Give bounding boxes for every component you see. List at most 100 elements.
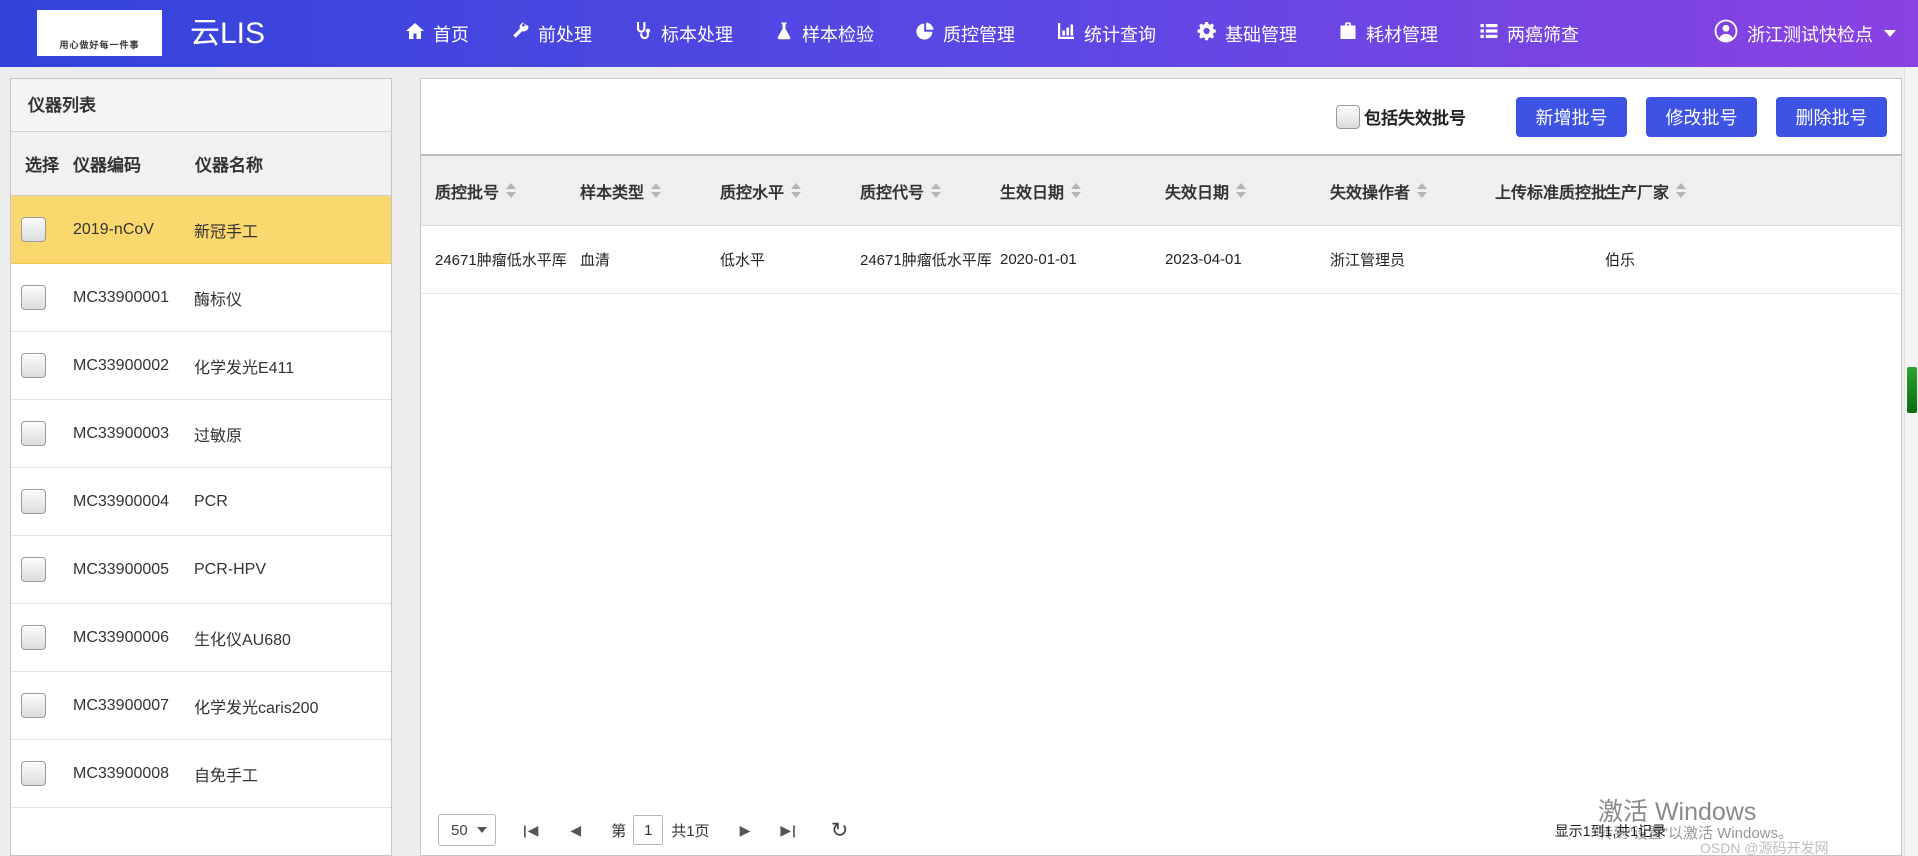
list-icon: [1479, 21, 1499, 46]
column-sample-type[interactable]: 样本类型: [566, 179, 706, 203]
column-upload-standard[interactable]: 上传标准质控批: [1481, 179, 1607, 203]
nav-item-specimen[interactable]: 标本处理: [633, 21, 733, 47]
flask-icon: [774, 21, 794, 46]
row-checkbox[interactable]: [21, 693, 46, 718]
chevron-down-icon: [477, 827, 487, 833]
sort-icon: [1676, 183, 1687, 198]
cell-expire-date: 2023-04-01: [1165, 251, 1242, 268]
qc-batch-panel: 包括失效批号 新增批号 修改批号 删除批号 质控批号 样本类型 质控水平 质控代…: [420, 78, 1902, 856]
edit-batch-button[interactable]: 修改批号: [1646, 96, 1757, 137]
row-checkbox[interactable]: [21, 489, 46, 514]
column-qc-batch[interactable]: 质控批号: [421, 179, 566, 203]
instrument-panel-title: 仪器列表: [11, 79, 391, 132]
cell-qc-code: 24671肿瘤低水平厍: [860, 252, 992, 269]
add-batch-button[interactable]: 新增批号: [1516, 96, 1627, 137]
nav-item-label: 两癌筛查: [1507, 24, 1579, 45]
instrument-row[interactable]: MC33900007 化学发光caris200: [11, 672, 391, 740]
nav-item-label: 质控管理: [943, 24, 1015, 45]
column-instrument-name: 仪器名称: [195, 156, 263, 175]
pagination-bar: 50 |◀ ◀ 第 共1页 ▶ ▶| ↻: [438, 814, 848, 846]
column-qc-code[interactable]: 质控代号: [846, 179, 986, 203]
user-name: 浙江测试快检点: [1747, 24, 1873, 45]
home-icon: [405, 21, 425, 46]
cell-effective-date: 2020-01-01: [1000, 251, 1077, 268]
page-number-input[interactable]: [633, 815, 664, 845]
nav-item-preprocess[interactable]: 前处理: [510, 21, 592, 47]
page-size-select[interactable]: 50: [438, 814, 496, 846]
instrument-code: MC33900002: [73, 356, 170, 374]
first-page-button[interactable]: | ◀: [522, 823, 538, 837]
app-brand: 云LIS: [190, 17, 266, 50]
include-expired-checkbox-group[interactable]: 包括失效批号: [1336, 104, 1466, 129]
instrument-code: MC33900004: [73, 492, 170, 510]
sort-icon: [651, 183, 662, 198]
gear-icon: [1197, 21, 1217, 46]
sort-icon: [1071, 183, 1082, 198]
sort-icon: [1236, 183, 1247, 198]
instrument-code: MC33900007: [73, 696, 170, 714]
nav-item-consumables[interactable]: 耗材管理: [1338, 21, 1438, 47]
next-page-button[interactable]: ▶: [740, 823, 751, 837]
column-expire-operator[interactable]: 失效操作者: [1316, 179, 1481, 203]
row-checkbox[interactable]: [21, 217, 46, 242]
column-select: 选择: [25, 156, 59, 175]
nav-item-label: 首页: [433, 24, 469, 45]
user-menu[interactable]: 浙江测试快检点: [1714, 0, 1896, 67]
logo-tagline: 用心做好每一件事: [59, 40, 140, 50]
total-pages-label: 共1页: [671, 822, 710, 840]
instrument-row[interactable]: MC33900005 PCR-HPV: [11, 536, 391, 604]
row-checkbox[interactable]: [21, 557, 46, 582]
instrument-name: 生化仪AU680: [194, 631, 291, 649]
instrument-row[interactable]: MC33900008 自免手工: [11, 740, 391, 808]
qc-batch-row[interactable]: 24671肿瘤低水平厍 血清 低水平 24671肿瘤低水平厍 2020-01-0…: [421, 226, 1901, 294]
page-prefix-label: 第: [611, 822, 627, 840]
nav-item-cancer-screening[interactable]: 两癌筛查: [1479, 21, 1579, 47]
logo[interactable]: 用心做好每一件事: [37, 10, 162, 56]
cell-qc-batch: 24671肿瘤低水平厍: [435, 252, 567, 269]
instrument-code: 2019-nCoV: [73, 220, 154, 238]
previous-page-button[interactable]: ◀: [570, 823, 581, 837]
instrument-row[interactable]: MC33900002 化学发光E411: [11, 332, 391, 400]
last-page-button[interactable]: ▶ |: [780, 823, 796, 837]
include-expired-checkbox[interactable]: [1336, 104, 1360, 129]
nav-item-basic-management[interactable]: 基础管理: [1197, 21, 1297, 47]
column-expire-date[interactable]: 失效日期: [1151, 179, 1316, 203]
toolbar: 包括失效批号 新增批号 修改批号 删除批号: [421, 79, 1901, 154]
page-scrollbar[interactable]: [1904, 67, 1918, 856]
row-checkbox[interactable]: [21, 353, 46, 378]
delete-batch-button[interactable]: 删除批号: [1776, 96, 1887, 137]
row-checkbox[interactable]: [21, 625, 46, 650]
instrument-row[interactable]: MC33900004 PCR: [11, 468, 391, 536]
nav-item-home[interactable]: 首页: [405, 21, 469, 47]
instrument-code: MC33900006: [73, 628, 170, 646]
row-checkbox[interactable]: [21, 285, 46, 310]
row-checkbox[interactable]: [21, 421, 46, 446]
instrument-name: 酶标仪: [194, 291, 243, 309]
instrument-name: PCR-HPV: [194, 560, 267, 578]
nav-item-statistics[interactable]: 统计查询: [1056, 21, 1156, 47]
column-manufacturer[interactable]: 生产厂家: [1591, 179, 1901, 203]
nav-item-label: 统计查询: [1084, 24, 1156, 45]
nav-item-sample-test[interactable]: 样本检验: [774, 21, 874, 47]
sort-icon: [791, 183, 802, 198]
nav-item-label: 前处理: [538, 24, 592, 45]
nav-item-label: 标本处理: [661, 24, 733, 45]
nav-item-qc-management[interactable]: 质控管理: [915, 21, 1015, 47]
column-effective-date[interactable]: 生效日期: [986, 179, 1151, 203]
cell-qc-level: 低水平: [720, 252, 766, 269]
instrument-code: MC33900008: [73, 764, 170, 782]
instrument-row[interactable]: 2019-nCoV 新冠手工: [11, 196, 391, 264]
pie-chart-icon: [915, 21, 935, 46]
user-icon: [1714, 19, 1738, 48]
scrollbar-thumb[interactable]: [1907, 367, 1917, 413]
row-checkbox[interactable]: [21, 761, 46, 786]
instrument-name: PCR: [194, 492, 228, 510]
osdn-watermark: OSDN @源码开发网: [1700, 840, 1829, 856]
instrument-columns: 选择 仪器编码 仪器名称: [11, 132, 391, 196]
refresh-icon[interactable]: ↻: [831, 818, 849, 843]
column-qc-level[interactable]: 质控水平: [706, 179, 846, 203]
instrument-row[interactable]: MC33900001 酶标仪: [11, 264, 391, 332]
instrument-row[interactable]: MC33900003 过敏原: [11, 400, 391, 468]
instrument-row[interactable]: MC33900006 生化仪AU680: [11, 604, 391, 672]
sort-icon: [931, 183, 942, 198]
